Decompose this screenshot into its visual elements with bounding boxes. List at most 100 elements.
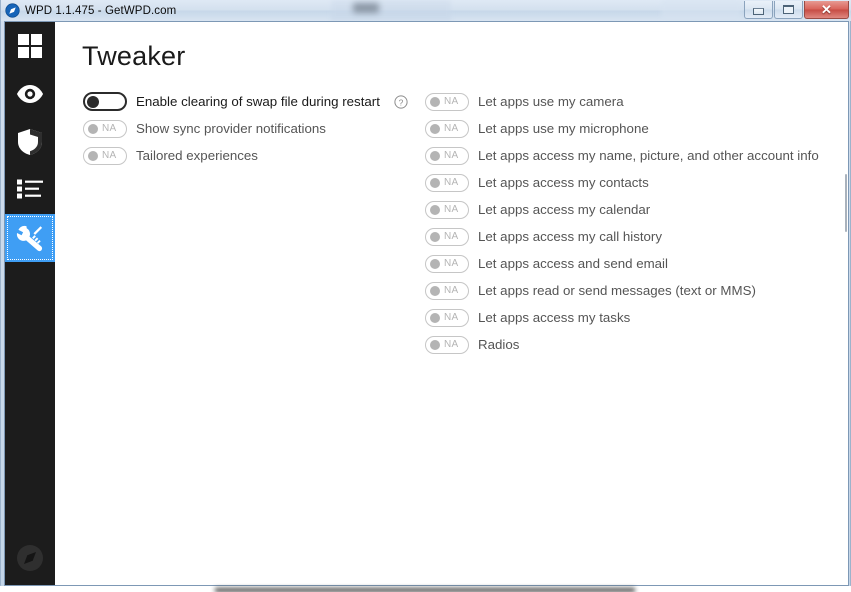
sidebar (5, 22, 55, 585)
toggle-switch[interactable] (83, 92, 127, 111)
setting-label: Let apps read or send messages (text or … (478, 283, 756, 298)
toggle-knob (88, 123, 98, 134)
grid-icon (18, 34, 42, 58)
setting-label: Let apps access my contacts (478, 175, 649, 190)
toggle-knob (430, 123, 440, 134)
setting-row[interactable]: NA Let apps access my tasks (425, 304, 848, 331)
setting-row[interactable]: NA Let apps access my calendar (425, 196, 848, 223)
setting-label: Let apps access my calendar (478, 202, 651, 217)
minimize-button[interactable] (744, 1, 773, 19)
setting-row[interactable]: NA Let apps read or send messages (text … (425, 277, 848, 304)
eye-icon (17, 85, 43, 103)
toggle-knob (88, 150, 98, 161)
setting-row[interactable]: NA Tailored experiences (83, 142, 423, 169)
toggle-switch-disabled: NA (425, 227, 469, 246)
toggle-knob (430, 96, 440, 107)
page-title: Tweaker (82, 41, 186, 71)
toggle-switch-disabled: NA (425, 281, 469, 300)
tools-icon (16, 225, 43, 252)
setting-row[interactable]: NA Radios (425, 331, 848, 358)
application-window: WPD 1.1.475 - GetWPD.com ✕ Tweaker Enabl… (0, 0, 851, 589)
setting-label: Tailored experiences (136, 148, 258, 163)
toggle-switch-disabled: NA (425, 173, 469, 192)
title-bar[interactable]: WPD 1.1.475 - GetWPD.com ✕ (1, 0, 851, 21)
compass-icon (5, 3, 20, 18)
close-button[interactable]: ✕ (804, 1, 849, 19)
toggle-knob (87, 95, 99, 108)
list-icon (17, 179, 43, 199)
setting-row[interactable]: NA Let apps access my contacts (425, 169, 848, 196)
toggle-switch-disabled: NA (425, 146, 469, 165)
sidebar-item-about[interactable] (5, 534, 55, 582)
title-bar-left: WPD 1.1.475 - GetWPD.com (5, 0, 176, 21)
window-controls: ✕ (744, 1, 849, 21)
scrollbar-thumb[interactable] (845, 174, 847, 232)
toggle-knob (430, 177, 440, 188)
setting-row[interactable]: NA Show sync provider notifications (83, 115, 423, 142)
close-icon: ✕ (821, 2, 832, 17)
setting-row[interactable]: NA Let apps access and send email (425, 250, 848, 277)
na-label: NA (102, 122, 117, 134)
window-title: WPD 1.1.475 - GetWPD.com (25, 4, 177, 17)
setting-row[interactable]: NA Let apps use my camera (425, 88, 848, 115)
setting-label: Let apps use my microphone (478, 121, 649, 136)
shield-icon (18, 129, 42, 155)
toggle-knob (430, 204, 440, 215)
setting-row[interactable]: NA Let apps access my call history (425, 223, 848, 250)
toggle-knob (430, 150, 440, 161)
toggle-switch-disabled: NA (83, 119, 127, 138)
setting-row[interactable]: NA Let apps access my name, picture, and… (425, 142, 848, 169)
compass-icon (17, 545, 43, 571)
maximize-icon (783, 5, 794, 14)
setting-row[interactable]: NA Let apps use my microphone (425, 115, 848, 142)
content-pane: Tweaker Enable clearing of swap file dur… (55, 22, 848, 585)
na-label: NA (444, 284, 459, 296)
tweaker-right-column: NA Let apps use my camera NA Let apps us… (425, 88, 848, 358)
sidebar-item-dashboard[interactable] (5, 22, 55, 70)
sidebar-item-tweaker[interactable] (5, 214, 55, 262)
sidebar-item-privacy[interactable] (5, 70, 55, 118)
na-label: NA (444, 257, 459, 269)
toggle-switch-disabled: NA (425, 335, 469, 354)
na-label: NA (444, 149, 459, 161)
setting-label: Enable clearing of swap file during rest… (136, 94, 380, 109)
na-label: NA (444, 338, 459, 350)
setting-label: Let apps access my name, picture, and ot… (478, 148, 819, 163)
sidebar-item-firewall[interactable] (5, 118, 55, 166)
toggle-switch-disabled: NA (425, 119, 469, 138)
setting-label: Let apps use my camera (478, 94, 624, 109)
na-label: NA (444, 95, 459, 107)
window-drop-shadow (215, 588, 635, 592)
titlebar-glass-band (331, 0, 451, 21)
toggle-knob (430, 258, 440, 269)
toggle-knob (430, 312, 440, 323)
titlebar-glass-band-right (661, 0, 741, 21)
client-area: Tweaker Enable clearing of swap file dur… (4, 21, 849, 586)
vertical-scrollbar[interactable] (844, 22, 848, 585)
help-circle-icon[interactable]: ? (394, 94, 408, 109)
toggle-switch-disabled: NA (425, 200, 469, 219)
sidebar-item-appx[interactable] (5, 166, 55, 214)
svg-text:?: ? (399, 97, 404, 107)
toggle-knob (430, 285, 440, 296)
toggle-knob (430, 339, 440, 350)
titlebar-glass-smudge (353, 3, 379, 13)
toggle-switch-disabled: NA (425, 308, 469, 327)
setting-label: Let apps access my call history (478, 229, 663, 244)
maximize-button[interactable] (774, 1, 803, 19)
setting-row[interactable]: Enable clearing of swap file during rest… (83, 88, 423, 115)
na-label: NA (444, 203, 459, 215)
tweaker-left-column: Enable clearing of swap file during rest… (83, 88, 423, 169)
minimize-icon (753, 7, 764, 15)
na-label: NA (102, 149, 117, 161)
na-label: NA (444, 176, 459, 188)
toggle-switch-disabled: NA (425, 92, 469, 111)
setting-label: Let apps access my tasks (478, 310, 631, 325)
na-label: NA (444, 230, 459, 242)
setting-label: Radios (478, 337, 520, 352)
toggle-switch-disabled: NA (83, 146, 127, 165)
na-label: NA (444, 122, 459, 134)
setting-label: Let apps access and send email (478, 256, 668, 271)
toggle-switch-disabled: NA (425, 254, 469, 273)
setting-label: Show sync provider notifications (136, 121, 326, 136)
